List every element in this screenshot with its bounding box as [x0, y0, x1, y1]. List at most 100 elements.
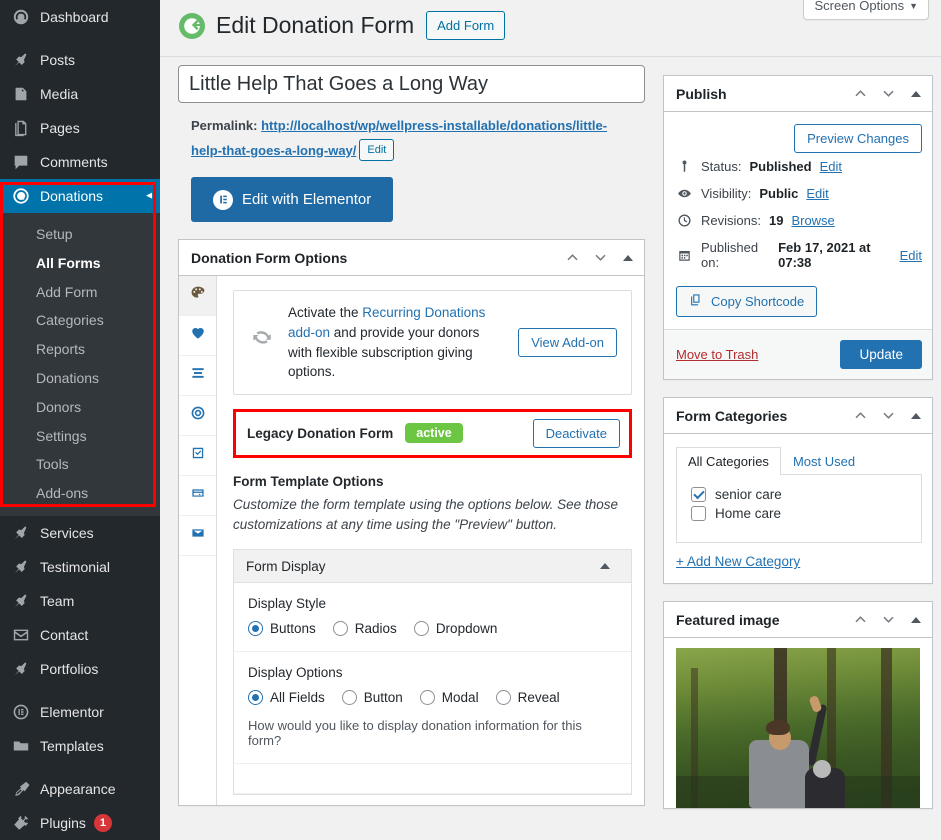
toggle-panel-button[interactable]	[902, 605, 930, 635]
folder-icon	[11, 736, 31, 756]
sidebar-item-portfolios[interactable]: Portfolios	[0, 652, 160, 686]
submenu-item-add-ons[interactable]: Add-ons	[0, 479, 160, 508]
pages-icon	[11, 118, 31, 138]
move-up-button[interactable]	[846, 79, 874, 109]
radio-radios[interactable]: Radios	[332, 621, 397, 637]
toggle-form-display-button[interactable]	[591, 551, 619, 581]
submenu-item-add-form[interactable]: Add Form	[0, 278, 160, 307]
radio-buttons[interactable]: Buttons	[248, 621, 316, 637]
menu-separator	[0, 763, 160, 772]
submenu-item-donations[interactable]: Donations	[0, 364, 160, 393]
category-home-care[interactable]: Home care	[691, 504, 911, 523]
move-up-button[interactable]	[558, 243, 586, 273]
revisions-value: 19	[768, 213, 784, 228]
main-column: Permalink: http://localhost/wp/wellpress…	[178, 65, 645, 809]
give-icon	[11, 186, 31, 206]
edit-status-link[interactable]: Edit	[820, 159, 842, 174]
move-down-button[interactable]	[586, 243, 614, 273]
publish-title: Publish	[676, 85, 727, 102]
move-up-button[interactable]	[846, 401, 874, 431]
sidebar-item-media[interactable]: Media	[0, 77, 160, 111]
copy-shortcode-button[interactable]: Copy Shortcode	[676, 286, 818, 317]
sidebar-item-label: Elementor	[40, 703, 104, 720]
form-title-input[interactable]	[178, 65, 645, 103]
sidebar-item-pages[interactable]: Pages	[0, 111, 160, 145]
featured-image-thumbnail[interactable]	[676, 648, 920, 808]
edit-permalink-button[interactable]: Edit	[359, 138, 395, 162]
status-line: Status: Published Edit	[676, 153, 922, 180]
sidebar-item-appearance[interactable]: Appearance	[0, 772, 160, 806]
sidebar-item-label: Services	[40, 524, 94, 541]
add-new-category-link[interactable]: + Add New Category	[676, 554, 800, 569]
tab-email-notifications[interactable]	[179, 516, 216, 557]
elementor-icon	[213, 189, 233, 210]
tab-form-fields[interactable]	[179, 356, 216, 397]
display-style-field: Display Style Buttons Radios Dropdown	[234, 583, 631, 653]
radio-indicator	[248, 690, 263, 706]
edit-published-link[interactable]: Edit	[900, 248, 922, 263]
sidebar-item-label: Plugins	[40, 814, 86, 831]
panel-title: Donation Form Options	[191, 249, 348, 266]
radio-button[interactable]: Button	[341, 690, 403, 706]
chevron-left-icon: ◄	[144, 190, 154, 202]
screen-options-button[interactable]: Screen Options ▼	[803, 0, 929, 20]
sidebar-item-posts[interactable]: Posts	[0, 43, 160, 77]
submenu-item-all-forms[interactable]: All Forms	[0, 249, 160, 278]
sidebar-item-comments[interactable]: Comments	[0, 145, 160, 179]
sidebar-item-label: Pages	[40, 120, 80, 136]
sidebar-item-label: Dashboard	[40, 9, 109, 25]
sidebar-item-team[interactable]: Team	[0, 584, 160, 618]
tab-palette[interactable]	[179, 276, 216, 317]
toggle-panel-button[interactable]	[902, 79, 930, 109]
deactivate-button[interactable]: Deactivate	[532, 418, 620, 448]
edit-visibility-link[interactable]: Edit	[806, 186, 828, 201]
submenu-item-setup[interactable]: Setup	[0, 220, 160, 249]
move-down-button[interactable]	[874, 79, 902, 109]
sidebar-item-services[interactable]: Services	[0, 516, 160, 550]
sidebar-item-templates[interactable]: Templates	[0, 729, 160, 763]
radio-reveal[interactable]: Reveal	[495, 690, 560, 706]
move-down-button[interactable]	[874, 605, 902, 635]
move-down-button[interactable]	[874, 401, 902, 431]
sidebar-item-donations[interactable]: Donations ◄	[0, 179, 160, 213]
browse-revisions-link[interactable]: Browse	[791, 213, 834, 228]
elementor-button-label: Edit with Elementor	[242, 191, 372, 209]
submenu-item-reports[interactable]: Reports	[0, 335, 160, 364]
add-form-button[interactable]: Add Form	[426, 10, 506, 41]
publish-actions: Move to Trash Update	[664, 329, 932, 379]
sidebar-item-label: Comments	[40, 154, 108, 170]
toggle-panel-button[interactable]	[902, 401, 930, 431]
next-field-placeholder	[234, 764, 631, 795]
tab-most-used[interactable]: Most Used	[781, 447, 867, 475]
submenu-item-tools[interactable]: Tools	[0, 450, 160, 479]
panel-header: Donation Form Options	[179, 240, 644, 277]
move-up-button[interactable]	[846, 605, 874, 635]
submenu-item-settings[interactable]: Settings	[0, 422, 160, 451]
edit-with-elementor-button[interactable]: Edit with Elementor	[191, 177, 394, 223]
sidebar-item-contact[interactable]: Contact	[0, 618, 160, 652]
tab-offline-donations[interactable]	[179, 476, 216, 517]
sidebar-item-dashboard[interactable]: Dashboard	[0, 0, 160, 34]
form-display-header[interactable]: Form Display	[234, 550, 631, 584]
tab-donation-options[interactable]	[179, 316, 216, 357]
radio-dropdown[interactable]: Dropdown	[413, 621, 497, 637]
category-senior-care[interactable]: senior care	[691, 485, 911, 504]
sidebar-item-elementor[interactable]: Elementor	[0, 695, 160, 729]
form-display-title: Form Display	[246, 558, 326, 574]
status-value: Published	[749, 159, 812, 174]
toggle-panel-button[interactable]	[614, 243, 642, 273]
sidebar-item-testimonial[interactable]: Testimonial	[0, 550, 160, 584]
view-addon-button[interactable]: View Add-on	[518, 328, 617, 357]
radio-all-fields[interactable]: All Fields	[248, 690, 325, 706]
radio-modal[interactable]: Modal	[419, 690, 479, 706]
preview-changes-button[interactable]: Preview Changes	[794, 124, 922, 153]
tab-all-categories[interactable]: All Categories	[676, 447, 781, 475]
tab-goal[interactable]	[179, 396, 216, 437]
submenu-item-donors[interactable]: Donors	[0, 393, 160, 422]
submenu-item-categories[interactable]: Categories	[0, 306, 160, 335]
copy-icon	[689, 293, 703, 310]
sidebar-item-plugins[interactable]: Plugins 1	[0, 806, 160, 840]
update-button[interactable]: Update	[840, 340, 922, 369]
tab-terms[interactable]	[179, 436, 216, 477]
move-to-trash-link[interactable]: Move to Trash	[676, 347, 758, 362]
